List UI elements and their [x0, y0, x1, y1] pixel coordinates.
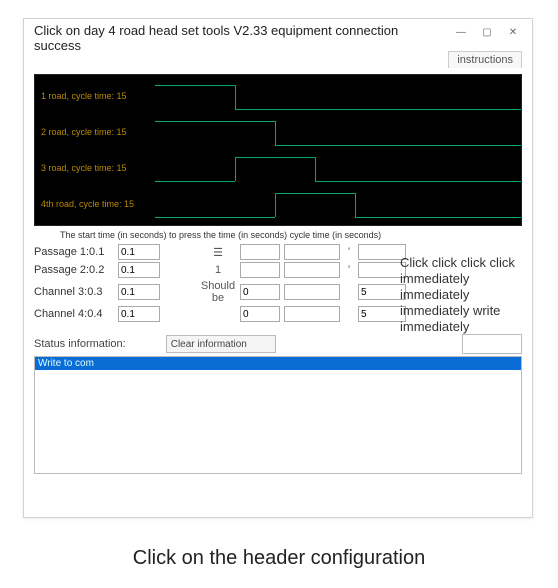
channel-v2-1[interactable] [240, 244, 280, 260]
channel-v4-2[interactable] [358, 262, 406, 278]
channel-label-1: Passage 1:0.1 [34, 246, 114, 258]
log-line: Write to com [35, 357, 521, 370]
channel-v2b-2[interactable] [284, 262, 340, 278]
clear-info-button[interactable]: Clear information [166, 335, 276, 353]
channel-v2-4[interactable] [240, 306, 280, 322]
channel-label-2: Passage 2:0.2 [34, 264, 114, 276]
status-extra-box[interactable] [462, 334, 522, 354]
channel-v2-2[interactable] [240, 262, 280, 278]
side-note: Click click click click immediately imme… [400, 255, 526, 335]
channel-v1-2[interactable] [118, 262, 160, 278]
channel-v2b-4[interactable] [284, 306, 340, 322]
channel-v4-3[interactable] [358, 284, 406, 300]
waveform-scope: 1 road, cycle time: 15 2 road, cycle tim… [34, 74, 522, 226]
channel-v3-2: ' [344, 264, 354, 276]
tab-instructions[interactable]: instructions [448, 51, 522, 68]
channel-v4-1[interactable] [358, 244, 406, 260]
channel-label-4: Channel 4:0.4 [34, 308, 114, 320]
channel-v1-1[interactable] [118, 244, 160, 260]
channel-v2-3[interactable] [240, 284, 280, 300]
channel-v3-1: ' [344, 246, 354, 258]
page-caption: Click on the header configuration [0, 547, 558, 570]
channel-v2b-3[interactable] [284, 284, 340, 300]
scope-waveforms [35, 75, 521, 225]
channel-mid-1: ☰ [200, 246, 236, 259]
channel-mid-2: 1 [200, 264, 236, 276]
app-window: Click on day 4 road head set tools V2.33… [23, 18, 533, 518]
close-button[interactable]: ✕ [500, 23, 526, 41]
status-row: Status information: Clear information [34, 334, 522, 354]
tab-strip: instructions [24, 51, 532, 68]
status-label: Status information: [34, 338, 126, 350]
titlebar: Click on day 4 road head set tools V2.33… [24, 19, 532, 55]
maximize-button[interactable]: ▢ [474, 23, 500, 41]
channel-label-3: Channel 3:0.3 [34, 286, 114, 298]
channel-v1-4[interactable] [118, 306, 160, 322]
minimize-button[interactable]: — [448, 23, 474, 41]
scope-legend: The start time (in seconds) to press the… [60, 230, 522, 240]
status-log[interactable]: Write to com [34, 356, 522, 474]
window-title: Click on day 4 road head set tools V2.33… [34, 23, 448, 53]
channel-v1-3[interactable] [118, 284, 160, 300]
channel-v4-4[interactable] [358, 306, 406, 322]
channel-mid-3: Should be [200, 280, 236, 304]
channel-v2b-1[interactable] [284, 244, 340, 260]
